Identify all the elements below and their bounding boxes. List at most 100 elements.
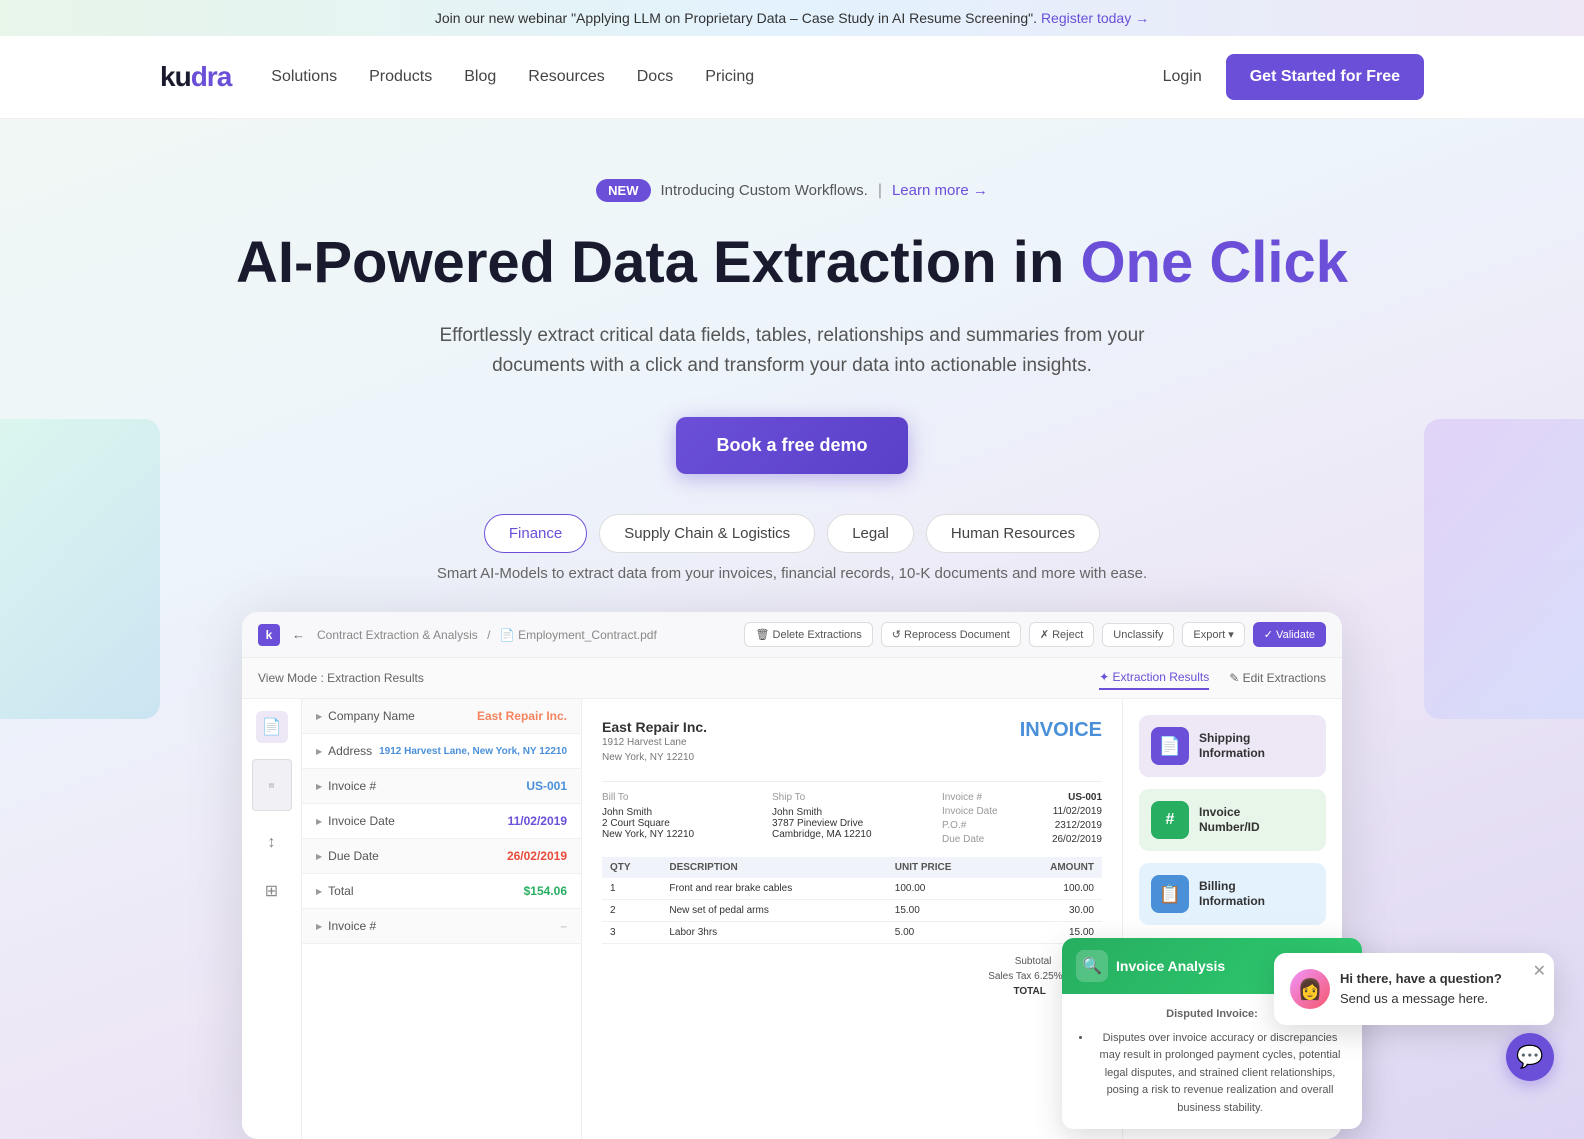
- row1-desc: Front and rear brake cables: [661, 878, 886, 900]
- nav-solutions[interactable]: Solutions: [271, 68, 337, 86]
- invoice-company-address: 1912 Harvest LaneNew York, NY 12210: [602, 735, 707, 765]
- header-actions: 🗑 Delete Extractions ↺ Reprocess Documen…: [744, 622, 1326, 647]
- extraction-row-company: Company Name East Repair Inc.: [302, 699, 581, 734]
- tab-supply-chain[interactable]: Supply Chain & Logistics: [599, 514, 815, 553]
- row2-amount: 30.00: [1005, 900, 1102, 922]
- shipping-label: ShippingInformation: [1199, 731, 1265, 762]
- navbar: kudra Solutions Products Blog Resources …: [0, 36, 1584, 119]
- field-value-company: East Repair Inc.: [477, 709, 567, 723]
- tab-edit-extractions[interactable]: ✎ Edit Extractions: [1229, 667, 1326, 689]
- invoice-totals: Subtotal 145.00 Sales Tax 6.25% 9.06 TOT…: [602, 954, 1102, 999]
- reject-btn[interactable]: ✗ Reject: [1029, 622, 1094, 647]
- left-sidebar: 📄 ▤ ↕ ⊞: [242, 699, 302, 1139]
- sidebar-layers-icon[interactable]: ⊞: [256, 875, 288, 907]
- kudra-mini-logo: k: [258, 624, 280, 646]
- chat-line1: Hi there, have a question?: [1340, 971, 1502, 986]
- chat-widget: 👩 Hi there, have a question? Send us a m…: [1274, 953, 1554, 1025]
- row2-desc: New set of pedal arms: [661, 900, 886, 922]
- badge-row: NEW Introducing Custom Workflows. | Lear…: [160, 179, 1424, 202]
- invoice-date-label: Invoice Date: [942, 806, 998, 817]
- field-label-invoice-date: Invoice Date: [316, 814, 395, 828]
- chat-fab-button[interactable]: 💬: [1506, 1033, 1554, 1081]
- doc-thumbnail[interactable]: ▤: [252, 759, 292, 811]
- result-card-shipping: 📄 ShippingInformation: [1139, 715, 1326, 777]
- field-value-due-date: 26/02/2019: [507, 849, 567, 863]
- extraction-panel: Company Name East Repair Inc. Address 19…: [302, 699, 582, 1139]
- invoice-date-val: 11/02/2019: [1053, 806, 1102, 817]
- deco-right: [1424, 419, 1584, 719]
- bill-to-value: John Smith2 Court SquareNew York, NY 122…: [602, 807, 762, 840]
- invoice-num-label-card: InvoiceNumber/ID: [1199, 805, 1260, 836]
- row3-desc: Labor 3hrs: [661, 922, 886, 944]
- nav-docs[interactable]: Docs: [637, 68, 673, 86]
- heading-main: AI-Powered Data Extraction in: [236, 230, 1064, 295]
- field-value-invoice-id: –: [560, 919, 567, 933]
- row3-unit: 5.00: [887, 922, 1005, 944]
- export-btn[interactable]: Export ▾: [1182, 622, 1244, 647]
- reprocess-btn[interactable]: ↺ Reprocess Document: [881, 622, 1021, 647]
- analysis-bullet-1: Disputes over invoice accuracy or discre…: [1092, 1030, 1348, 1118]
- book-demo-button[interactable]: Book a free demo: [676, 417, 907, 474]
- field-label-invoice-id: Invoice #: [316, 919, 376, 933]
- nav-links: Solutions Products Blog Resources Docs P…: [271, 68, 754, 86]
- sidebar-arrow-icon[interactable]: ↕: [256, 827, 288, 859]
- field-label-total: Total: [316, 884, 354, 898]
- unclassify-btn[interactable]: Unclassify: [1102, 623, 1174, 647]
- nav-products[interactable]: Products: [369, 68, 432, 86]
- extraction-row-due-date: Due Date 26/02/2019: [302, 839, 581, 874]
- col-description: DESCRIPTION: [661, 857, 886, 878]
- invoice-num-icon: #: [1151, 801, 1189, 839]
- delete-extractions-btn[interactable]: 🗑 Delete Extractions: [744, 622, 872, 647]
- badge-sep: |: [878, 182, 882, 200]
- invoice-divider: [602, 781, 1102, 782]
- chat-close-button[interactable]: ✕: [1533, 961, 1546, 981]
- invoice-bill-ship: Bill To John Smith2 Court SquareNew York…: [602, 792, 1102, 845]
- field-label-due-date: Due Date: [316, 849, 379, 863]
- nav-resources[interactable]: Resources: [528, 68, 604, 86]
- nav-back-icon[interactable]: ←: [292, 627, 305, 642]
- nav-right: Login Get Started for Free: [1163, 54, 1424, 100]
- table-row: 1 Front and rear brake cables 100.00 100…: [602, 878, 1102, 900]
- field-label-address: Address: [316, 744, 372, 758]
- row2-qty: 2: [602, 900, 661, 922]
- hero-subtext: Effortlessly extract critical data field…: [432, 321, 1152, 382]
- nav-blog[interactable]: Blog: [464, 68, 496, 86]
- card-header: k ← Contract Extraction & Analysis / 📄 E…: [242, 612, 1342, 658]
- tab-extraction-results[interactable]: ✦ Extraction Results: [1099, 666, 1209, 690]
- chat-line2: Send us a message here.: [1340, 991, 1488, 1006]
- invoice-num-val: US-001: [1068, 792, 1102, 803]
- analysis-bullets: Disputes over invoice accuracy or discre…: [1076, 1030, 1348, 1118]
- row3-qty: 3: [602, 922, 661, 944]
- col-amount: AMOUNT: [1005, 857, 1102, 878]
- po-val: 2312/2019: [1055, 820, 1102, 831]
- total-label: TOTAL: [1013, 986, 1045, 997]
- get-started-button[interactable]: Get Started for Free: [1226, 54, 1424, 100]
- subtotal-label: Subtotal: [1015, 956, 1052, 967]
- validate-btn[interactable]: ✓ Validate: [1253, 622, 1326, 647]
- login-button[interactable]: Login: [1163, 68, 1202, 86]
- field-value-invoice-date: 11/02/2019: [508, 814, 567, 828]
- category-tabs: Finance Supply Chain & Logistics Legal H…: [160, 514, 1424, 553]
- learn-more-link[interactable]: Learn more →: [892, 182, 988, 199]
- extraction-row-total: Total $154.06: [302, 874, 581, 909]
- badge-text: Introducing Custom Workflows.: [661, 182, 868, 199]
- subtotal-row: Subtotal 145.00: [602, 954, 1102, 969]
- row2-unit: 15.00: [887, 900, 1005, 922]
- invoice-title: INVOICE: [1020, 719, 1102, 742]
- tab-legal[interactable]: Legal: [827, 514, 914, 553]
- row1-qty: 1: [602, 878, 661, 900]
- breadcrumb-1: Contract Extraction & Analysis: [317, 628, 478, 642]
- tab-finance[interactable]: Finance: [484, 514, 587, 553]
- shipping-icon: 📄: [1151, 727, 1189, 765]
- invoice-company-block: East Repair Inc. 1912 Harvest LaneNew Yo…: [602, 719, 707, 765]
- banner-link[interactable]: Register today →: [1041, 10, 1149, 26]
- nav-pricing[interactable]: Pricing: [705, 68, 754, 86]
- tab-human-resources[interactable]: Human Resources: [926, 514, 1100, 553]
- tax-label: Sales Tax 6.25%: [988, 971, 1062, 982]
- field-label-invoice-num: Invoice #: [316, 779, 376, 793]
- banner-text: Join our new webinar "Applying LLM on Pr…: [435, 10, 1037, 26]
- ship-to-title: Ship To: [772, 792, 932, 803]
- due-date-label: Due Date: [942, 834, 984, 845]
- sidebar-doc-icon[interactable]: 📄: [256, 711, 288, 743]
- row1-unit: 100.00: [887, 878, 1005, 900]
